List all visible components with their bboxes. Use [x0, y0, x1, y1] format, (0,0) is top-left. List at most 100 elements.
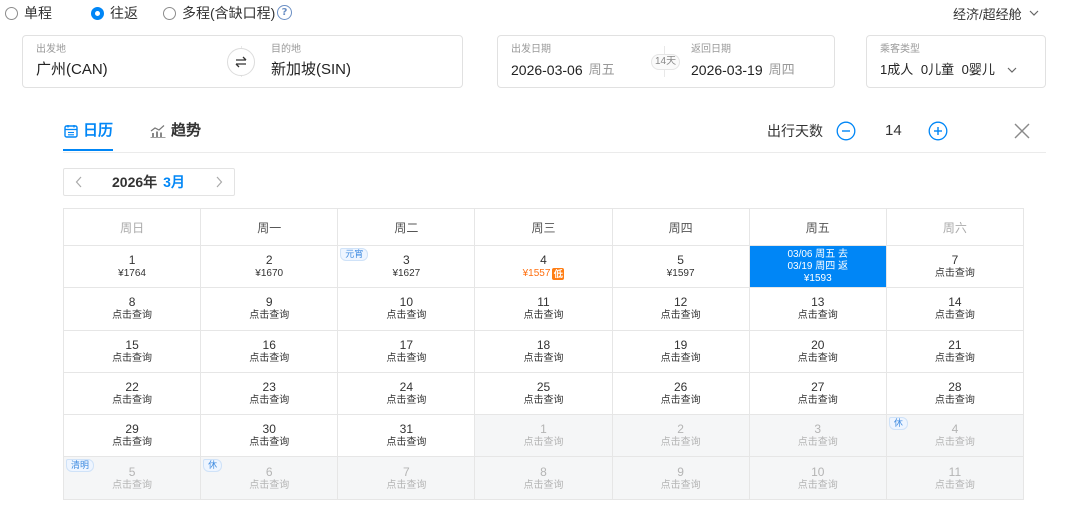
- calendar-day-cell[interactable]: 9 点击查询: [612, 457, 750, 500]
- chevron-down-icon: [1029, 10, 1039, 16]
- day-number: 4: [540, 253, 547, 268]
- click-to-query-text: 点击查询: [660, 310, 701, 322]
- calendar-day-cell[interactable]: 1 ¥1764: [64, 246, 202, 289]
- trip-type-oneway-option[interactable]: 单程: [5, 4, 52, 22]
- calendar-day-cell[interactable]: 11 点击查询: [886, 457, 1024, 500]
- calendar-day-cell[interactable]: 28 点击查询: [886, 372, 1024, 416]
- day-number: 1: [128, 253, 136, 268]
- click-to-query-text: 点击查询: [112, 437, 153, 449]
- calendar-day-cell[interactable]: 31 点击查询: [338, 415, 476, 458]
- chevron-left-icon[interactable]: [75, 176, 83, 188]
- trip-type-roundtrip-option[interactable]: 往返: [91, 4, 138, 22]
- trip-type-oneway-label: 单程: [24, 5, 52, 21]
- calendar-day-cell[interactable]: 30 点击查询: [201, 415, 339, 458]
- click-to-query-text: 点击查询: [112, 352, 153, 364]
- holiday-tag: 清明: [66, 459, 95, 473]
- calendar-day-cell[interactable]: 5 ¥1597: [612, 246, 750, 289]
- calendar-day-cell[interactable]: 11 点击查询: [475, 288, 613, 331]
- calendar-day-cell[interactable]: 21 点击查询: [886, 330, 1024, 373]
- calendar-day-cell[interactable]: 20 点击查询: [749, 330, 887, 373]
- calendar-day-cell[interactable]: 14 点击查询: [886, 288, 1024, 331]
- weekday-header: 周二: [338, 209, 476, 246]
- calendar-day-cell[interactable]: 25 点击查询: [475, 372, 613, 416]
- trip-days-label: 出行天数: [767, 123, 823, 139]
- passenger-type-field[interactable]: 乘客类型 1成人 0儿童 0婴儿: [867, 36, 1045, 87]
- calendar-day-cell[interactable]: 10 点击查询: [749, 457, 887, 500]
- calendar-day-cell[interactable]: 8 点击查询: [475, 457, 613, 500]
- selected-trip-line: ¥1593: [803, 272, 832, 284]
- calendar-day-cell[interactable]: 17 点击查询: [338, 330, 476, 373]
- calendar-day-cell[interactable]: 2 ¥1670: [201, 246, 339, 289]
- calendar-day-cell-selected[interactable]: 03/06 周五 去 03/19 周四 返 ¥1593: [749, 246, 887, 289]
- calendar-day-cell[interactable]: 12 点击查询: [612, 288, 750, 331]
- day-price-row: 点击查询: [661, 352, 701, 365]
- origin-field[interactable]: 出发地 广州(CAN): [23, 36, 227, 87]
- calendar-day-cell[interactable]: 元宵 3 ¥1627: [338, 246, 476, 289]
- calendar-day-cell[interactable]: 23 点击查询: [201, 372, 339, 416]
- calendar-day-cell[interactable]: 22 点击查询: [64, 372, 202, 416]
- trip-type-multicity-option[interactable]: 多程(含缺口程): [163, 4, 275, 22]
- tab-calendar[interactable]: 日历: [63, 122, 114, 151]
- day-number: 31: [399, 422, 414, 437]
- calendar-day-cell[interactable]: 26 点击查询: [612, 372, 750, 416]
- radio-button-icon[interactable]: [5, 6, 18, 20]
- day-price: ¥1670: [255, 268, 284, 280]
- cabin-class-dropdown[interactable]: 经济/超经舱: [953, 3, 1039, 23]
- chevron-right-icon[interactable]: [215, 176, 223, 188]
- swap-route-button[interactable]: [227, 48, 255, 76]
- calendar-day-cell[interactable]: 休 6 点击查询: [201, 457, 339, 500]
- weekday-header: 周日: [64, 209, 202, 246]
- minus-circle-icon[interactable]: [836, 121, 856, 141]
- calendar-day-cell[interactable]: 7 点击查询: [338, 457, 476, 500]
- weekday-header: 周三: [475, 209, 613, 246]
- radio-button-icon[interactable]: [163, 6, 176, 20]
- destination-field[interactable]: 目的地 新加坡(SIN): [258, 36, 458, 87]
- day-number: 27: [811, 380, 825, 395]
- calendar-day-cell[interactable]: 10 点击查询: [338, 288, 476, 331]
- calendar-day-cell[interactable]: 9 点击查询: [201, 288, 339, 331]
- day-price-row: 点击查询: [112, 394, 152, 407]
- click-to-query-text: 点击查询: [797, 479, 838, 491]
- calendar-day-cell[interactable]: 清明 5 点击查询: [64, 457, 202, 500]
- close-icon[interactable]: [1013, 122, 1031, 140]
- calendar-day-cell[interactable]: 休 4 点击查询: [886, 415, 1024, 458]
- click-to-query-text: 点击查询: [797, 437, 838, 449]
- trend-chart-icon: [150, 125, 166, 138]
- question-circle-icon[interactable]: [277, 5, 292, 20]
- calendar-day-cell[interactable]: 1 点击查询: [475, 415, 613, 458]
- day-price-row: ¥1627: [392, 267, 420, 280]
- calendar-day-cell[interactable]: 16 点击查询: [201, 330, 339, 373]
- calendar-day-cell[interactable]: 3 点击查询: [749, 415, 887, 458]
- day-price-row: 点击查询: [935, 352, 975, 365]
- calendar-day-cell[interactable]: 29 点击查询: [64, 415, 202, 458]
- calendar-day-cell[interactable]: 7 点击查询: [886, 246, 1024, 289]
- day-price-row: 点击查询: [798, 394, 838, 407]
- passenger-selector: 乘客类型 1成人 0儿童 0婴儿: [866, 35, 1046, 88]
- return-date-field[interactable]: 返回日期 2026-03-19 周四: [678, 36, 828, 87]
- depart-date-field[interactable]: 出发日期 2026-03-06 周五: [498, 36, 648, 87]
- calendar-day-cell[interactable]: 19 点击查询: [612, 330, 750, 373]
- calendar-day-cell[interactable]: 15 点击查询: [64, 330, 202, 373]
- day-number: 22: [125, 380, 139, 395]
- day-number: 5: [677, 253, 684, 268]
- radio-button-icon[interactable]: [91, 6, 104, 20]
- day-price-row: 点击查询: [386, 394, 426, 407]
- day-price-row: 点击查询: [798, 352, 838, 365]
- depart-date: 2026-03-06: [511, 62, 583, 78]
- calendar-day-cell[interactable]: 27 点击查询: [749, 372, 887, 416]
- calendar-day-cell[interactable]: 8 点击查询: [64, 288, 202, 331]
- day-price-row: 点击查询: [661, 309, 701, 322]
- tab-trend[interactable]: 趋势: [149, 122, 201, 151]
- day-number: 9: [677, 464, 684, 479]
- click-to-query-text: 点击查询: [249, 352, 290, 364]
- destination-value: 新加坡(SIN): [271, 61, 351, 78]
- calendar-day-cell[interactable]: 2 点击查询: [612, 415, 750, 458]
- day-number: 30: [262, 422, 276, 437]
- calendar-day-cell[interactable]: 18 点击查询: [475, 330, 613, 373]
- calendar-day-cell[interactable]: 4 ¥1557 低: [475, 246, 613, 289]
- day-price-row: 点击查询: [249, 394, 289, 407]
- calendar-day-cell[interactable]: 24 点击查询: [338, 372, 476, 416]
- plus-circle-icon[interactable]: [928, 121, 948, 141]
- calendar-day-cell[interactable]: 13 点击查询: [749, 288, 887, 331]
- current-month: 3月: [163, 174, 185, 190]
